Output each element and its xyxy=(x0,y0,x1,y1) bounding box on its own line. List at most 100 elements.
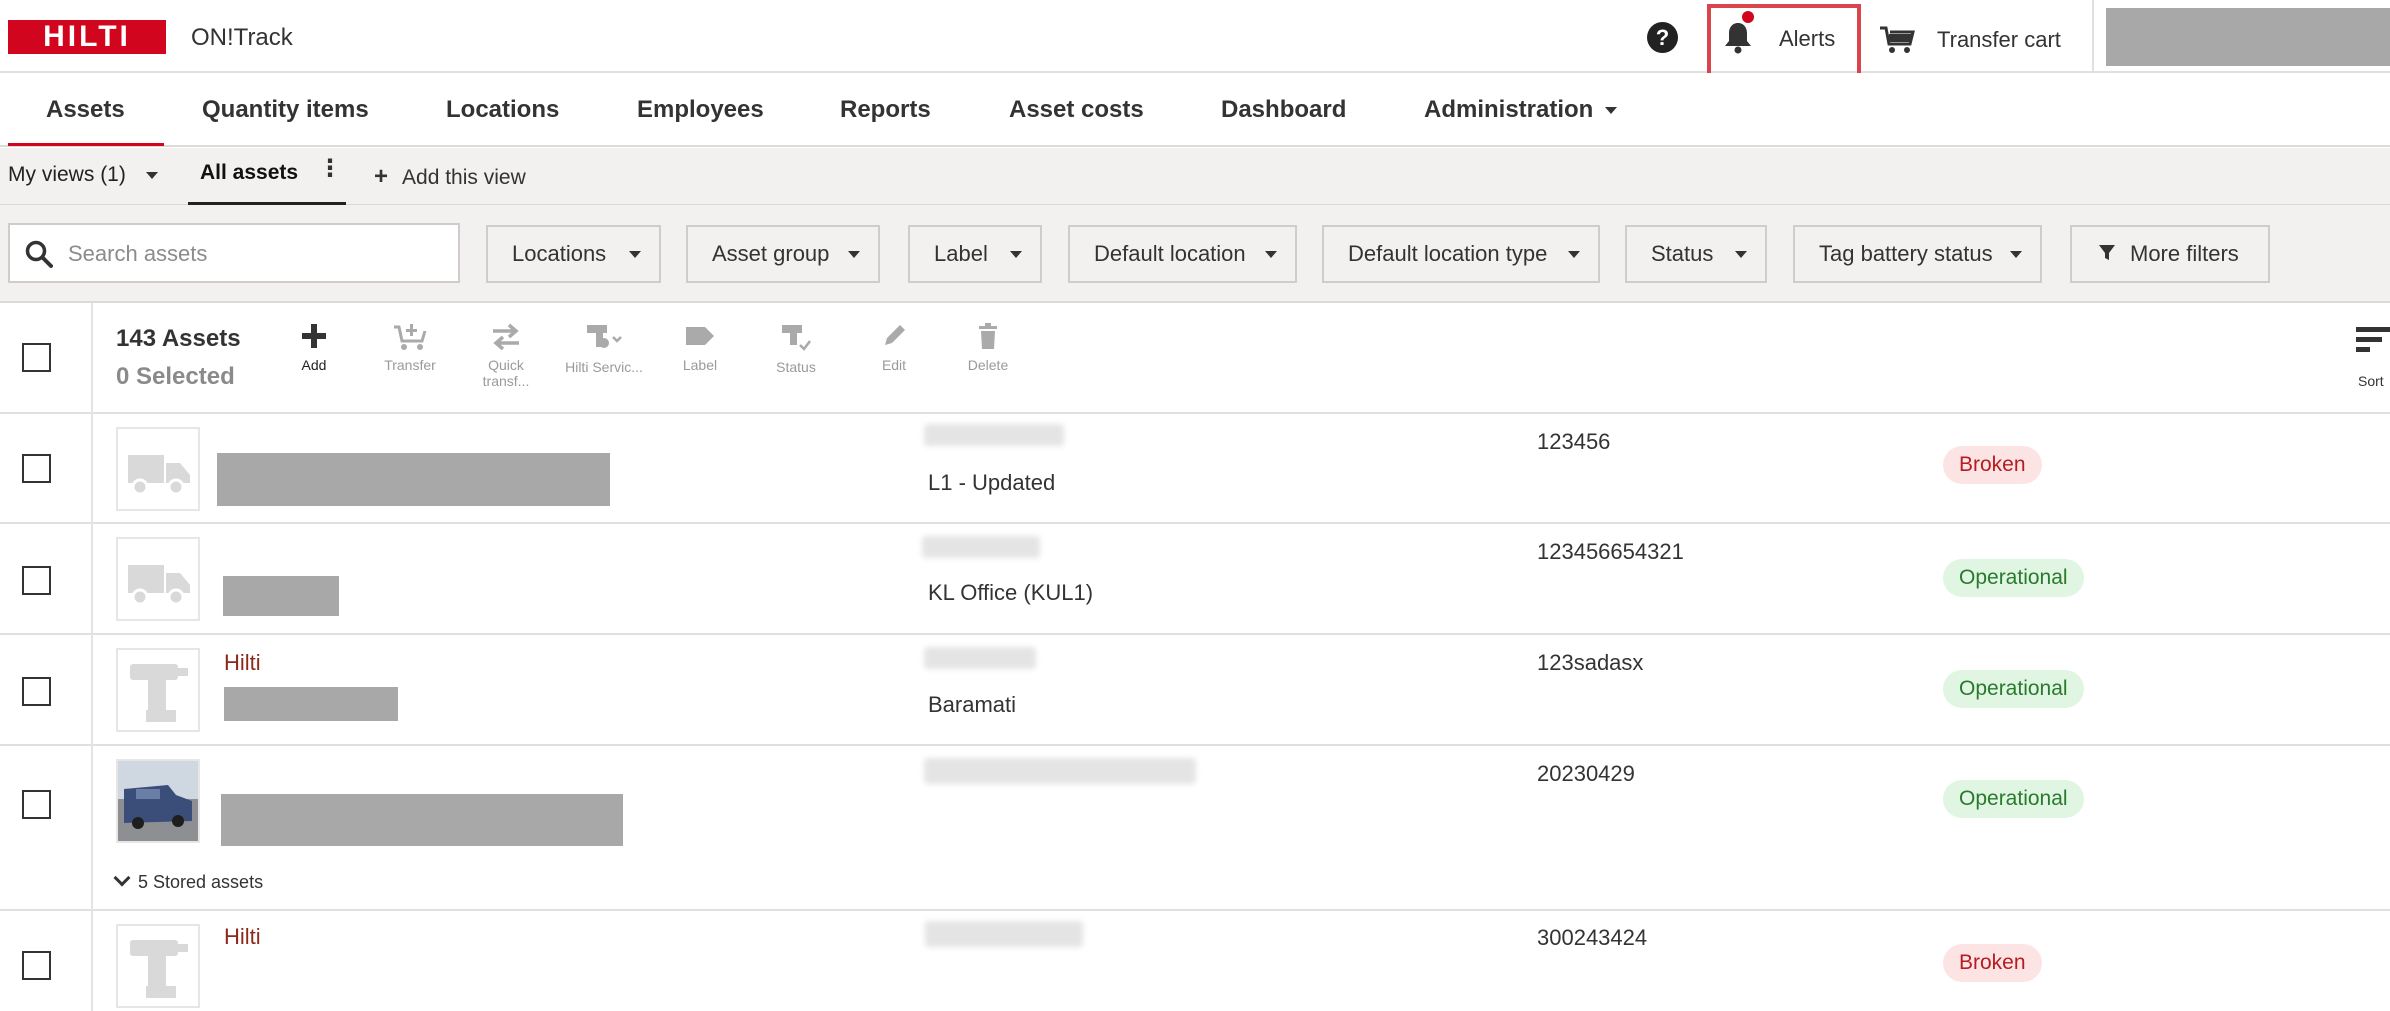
stored-assets-label: 5 Stored assets xyxy=(138,872,264,892)
main-nav: Assets Quantity items Locations Employee… xyxy=(0,73,2390,147)
filter-tag-battery-status[interactable]: Tag battery status xyxy=(1793,225,2042,283)
nav-administration[interactable]: Administration xyxy=(1424,96,1618,124)
blurred-text xyxy=(922,536,1040,558)
nav-assets[interactable]: Assets xyxy=(46,96,125,124)
asset-brand: Hilti xyxy=(224,650,261,675)
asset-number: 300243424 xyxy=(1537,925,1648,950)
sort-icon[interactable] xyxy=(2348,325,2390,355)
search-input[interactable] xyxy=(68,241,448,267)
filter-locations[interactable]: Locations xyxy=(486,225,661,283)
nav-administration-label: Administration xyxy=(1424,96,1594,123)
status-badge: Broken xyxy=(1943,446,2042,484)
table-row[interactable]: KL Office (KUL1) 123456654321 Operationa… xyxy=(0,524,2390,635)
sort-label[interactable]: Sort xyxy=(2358,373,2384,389)
asset-name-redacted xyxy=(223,576,339,616)
add-label: Add xyxy=(301,357,327,373)
row-checkbox[interactable] xyxy=(22,454,51,483)
user-profile-redacted[interactable] xyxy=(2106,8,2390,66)
filter-default-location[interactable]: Default location xyxy=(1068,225,1297,283)
asset-name-redacted xyxy=(224,687,398,721)
transfer-cart-icon[interactable] xyxy=(1878,24,1916,54)
chevron-down-icon xyxy=(848,251,860,258)
plus-icon: + xyxy=(374,163,389,190)
blurred-text xyxy=(924,424,1064,446)
chevron-down-icon xyxy=(2010,251,2022,258)
tab-all-assets[interactable]: All assets xyxy=(200,161,298,185)
add-view-button[interactable]: + Add this view xyxy=(374,163,526,191)
row-checkbox[interactable] xyxy=(22,677,51,706)
filter-asset-group[interactable]: Asset group xyxy=(686,225,880,283)
asset-number: 20230429 xyxy=(1537,761,1635,786)
filter-asset-group-label: Asset group xyxy=(712,241,830,266)
my-views-dropdown[interactable]: My views (1) xyxy=(8,163,158,187)
transfer-label: Transfer xyxy=(384,357,436,373)
filter-locations-label: Locations xyxy=(512,241,607,266)
asset-brand: Hilti xyxy=(224,924,261,949)
plus-icon xyxy=(302,324,326,348)
label-action-label: Label xyxy=(682,357,718,373)
asset-toolbar: 143 Assets 0 Selected Add Transfer Quick… xyxy=(0,303,2390,414)
select-all-checkbox[interactable] xyxy=(22,343,51,372)
row-checkbox[interactable] xyxy=(22,790,51,819)
edit-button[interactable]: Edit xyxy=(854,321,934,373)
status-action-label: Status xyxy=(776,359,816,375)
nav-reports[interactable]: Reports xyxy=(840,96,931,124)
delete-button[interactable]: Delete xyxy=(948,321,1028,373)
my-views-count: (1) xyxy=(100,163,126,186)
asset-name-redacted xyxy=(221,794,623,846)
bell-icon xyxy=(1725,23,1751,54)
stored-assets-toggle[interactable]: 5 Stored assets xyxy=(113,869,264,893)
help-icon[interactable]: ? xyxy=(1647,22,1678,53)
filter-default-location-type[interactable]: Default location type xyxy=(1322,225,1600,283)
delete-label: Delete xyxy=(967,357,1009,373)
views-bar: My views (1) All assets ⋮ + Add this view xyxy=(0,148,2390,205)
nav-employees[interactable]: Employees xyxy=(637,96,764,124)
truck-icon xyxy=(128,455,190,496)
header-divider xyxy=(2092,0,2094,72)
transfer-button[interactable]: Transfer xyxy=(370,321,450,373)
filter-status[interactable]: Status xyxy=(1625,225,1767,283)
blurred-text xyxy=(925,921,1083,947)
chevron-down-icon xyxy=(1605,107,1618,115)
search-box[interactable] xyxy=(8,223,460,283)
drill-service-icon xyxy=(587,325,622,348)
asset-number: 123456654321 xyxy=(1537,539,1684,564)
my-views-label: My views xyxy=(8,163,95,186)
chevron-down-icon xyxy=(145,171,158,179)
asset-location: L1 - Updated xyxy=(928,470,1056,495)
alerts-label[interactable]: Alerts xyxy=(1779,26,1835,52)
quick-transfer-label: Quick transf... xyxy=(482,357,530,389)
nav-locations[interactable]: Locations xyxy=(446,96,559,124)
hilti-logo[interactable]: HILTI xyxy=(8,20,166,54)
table-row[interactable]: 20230429 Operational 5 Stored assets xyxy=(0,746,2390,911)
transfer-cart-label[interactable]: Transfer cart xyxy=(1937,27,2061,53)
table-row[interactable]: Hilti Baramati 123sadasx Operational xyxy=(0,635,2390,746)
hilti-service-label: Hilti Servic... xyxy=(565,359,643,375)
filter-label[interactable]: Label xyxy=(908,225,1042,283)
blurred-text xyxy=(924,647,1036,669)
row-checkbox[interactable] xyxy=(22,951,51,980)
kebab-menu-icon[interactable]: ⋮ xyxy=(318,157,342,181)
nav-dashboard[interactable]: Dashboard xyxy=(1221,96,1346,124)
nav-asset-costs[interactable]: Asset costs xyxy=(1009,96,1144,124)
asset-thumbnail xyxy=(116,427,200,511)
pencil-icon xyxy=(885,325,905,345)
status-badge: Operational xyxy=(1943,780,2084,818)
status-button[interactable]: Status xyxy=(756,321,836,375)
chevron-down-icon xyxy=(1265,251,1277,258)
more-filters-button[interactable]: More filters xyxy=(2070,225,2270,283)
tag-icon xyxy=(686,327,714,345)
quick-transfer-button[interactable]: Quick transf... xyxy=(466,321,546,389)
table-row[interactable]: Hilti 300243424 Broken xyxy=(0,911,2390,1011)
search-icon xyxy=(25,240,53,268)
add-view-label: Add this view xyxy=(402,166,526,189)
status-badge: Operational xyxy=(1943,559,2084,597)
table-row[interactable]: L1 - Updated 123456 Broken xyxy=(0,414,2390,524)
label-button[interactable]: Label xyxy=(660,321,740,373)
chevron-down-icon xyxy=(1735,251,1747,258)
row-checkbox[interactable] xyxy=(22,566,51,595)
hilti-service-button[interactable]: Hilti Servic... xyxy=(564,321,644,375)
chevron-down-icon xyxy=(1568,251,1580,258)
nav-quantity-items[interactable]: Quantity items xyxy=(202,96,369,124)
add-asset-button[interactable]: Add xyxy=(274,321,354,373)
